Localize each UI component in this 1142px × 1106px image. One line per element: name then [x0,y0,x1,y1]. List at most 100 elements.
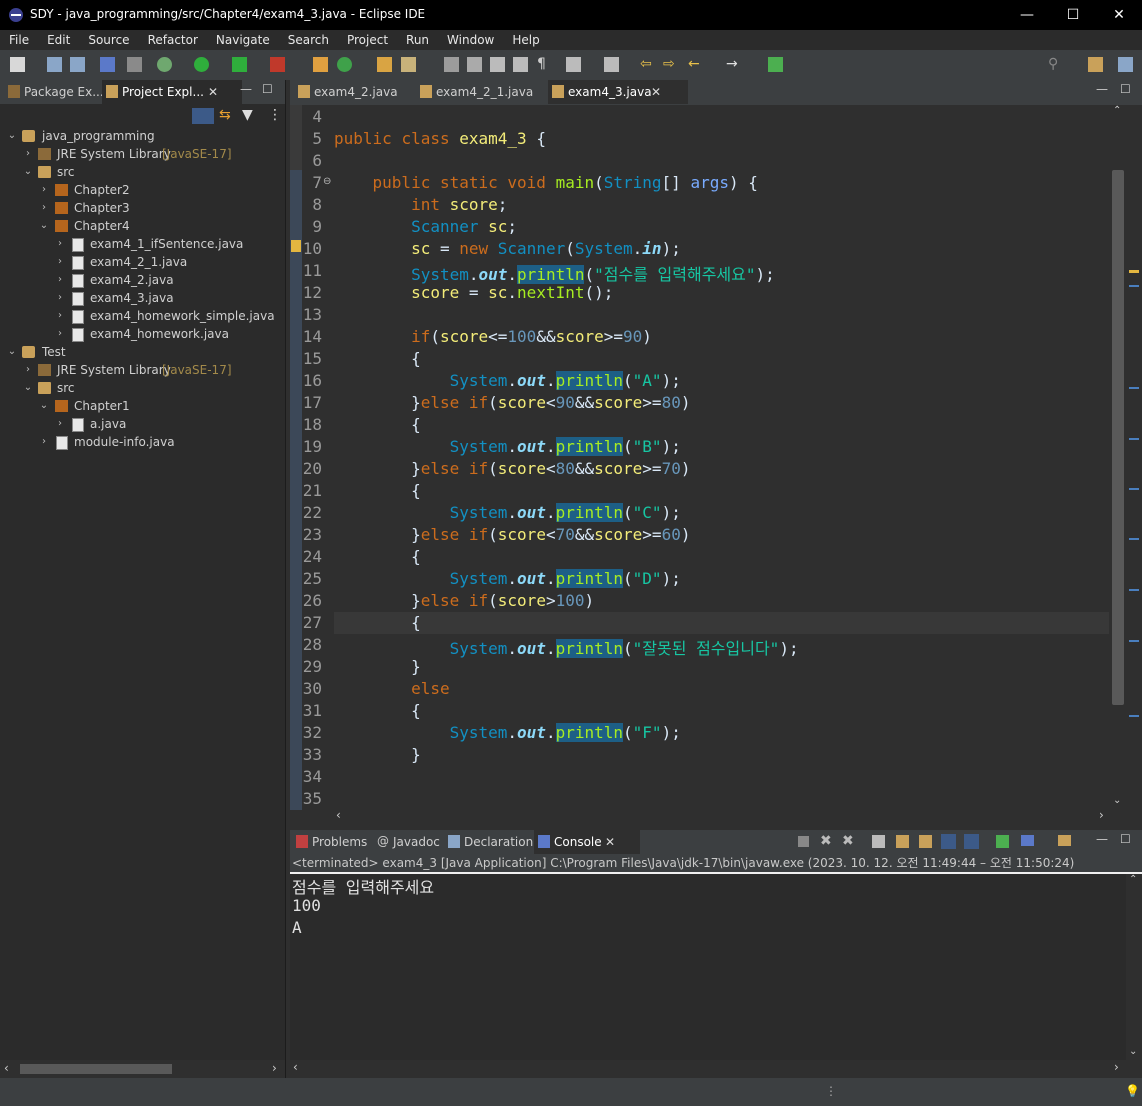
chevron-right-icon[interactable]: › [39,199,49,217]
minimize-view-icon[interactable]: — [1096,832,1108,846]
chevron-right-icon[interactable]: › [23,361,33,379]
show-whitespace-icon[interactable] [513,57,528,72]
tree-item[interactable]: › exam4_homework.java [0,325,285,343]
search-icon[interactable]: ⚲ [1048,57,1063,72]
scroll-down-icon[interactable]: ⌄ [1129,1046,1137,1057]
menu-source[interactable]: Source [79,30,138,50]
pilcrow-icon[interactable]: ¶ [537,57,552,72]
word-wrap-icon[interactable] [490,57,505,72]
filter-icon[interactable]: ▼ [242,107,253,123]
menu-help[interactable]: Help [503,30,548,50]
menu-window[interactable]: Window [438,30,503,50]
menu-navigate[interactable]: Navigate [207,30,279,50]
close-icon[interactable]: ✕ [208,80,218,104]
tree-item[interactable]: › exam4_1_ifSentence.java [0,235,285,253]
coverage-icon[interactable] [232,57,247,72]
menu-file[interactable]: File [0,30,38,50]
save-icon[interactable] [47,57,62,72]
code-line[interactable]: { [334,481,421,500]
code-line[interactable]: System.out.println("점수를 입력해주세요"); [334,261,775,285]
minimize-view-icon[interactable]: — [1096,82,1108,96]
skip-breakpoints-icon[interactable] [127,57,142,72]
code-line[interactable]: { [334,547,421,566]
next-annotation-icon[interactable] [566,57,581,72]
menu-refactor[interactable]: Refactor [139,30,207,50]
tree-item[interactable]: › exam4_homework_simple.java [0,307,285,325]
occurrence-mark[interactable] [1129,438,1139,440]
terminate-icon[interactable] [798,836,809,847]
scroll-left-icon[interactable]: ‹ [336,808,341,822]
new-icon[interactable] [10,57,25,72]
run-icon[interactable] [194,57,209,72]
warning-mark[interactable] [1129,270,1139,273]
scroll-left-icon[interactable]: ‹ [4,1061,9,1075]
chevron-right-icon[interactable]: › [55,253,65,271]
chevron-down-icon[interactable]: ⌄ [23,163,33,181]
code-line[interactable]: }else if(score<90&&score>=80) [334,393,690,412]
occurrence-mark[interactable] [1129,538,1139,540]
code-line[interactable]: }else if(score<80&&score>=70) [334,459,690,478]
open-console-icon[interactable] [1058,835,1071,846]
code-line[interactable]: { [334,613,421,632]
tree-item[interactable]: › exam4_2_1.java [0,253,285,271]
code-line[interactable]: } [334,745,421,764]
code-line[interactable]: if(score<=100&&score>=90) [334,327,652,346]
occurrence-mark[interactable] [1129,285,1139,287]
word-wrap-icon[interactable] [919,835,932,848]
scroll-lock-icon[interactable] [896,835,909,848]
occurrence-mark[interactable] [1129,488,1139,490]
tab-exam4-3[interactable]: exam4_3.java ✕ [548,80,688,104]
code-line[interactable]: }else if(score<70&&score>=60) [334,525,690,544]
clear-console-icon[interactable] [872,835,885,848]
tab-package-explorer[interactable]: Package Ex... [4,80,116,104]
tree-item[interactable]: › exam4_3.java [0,289,285,307]
scroll-up-icon[interactable]: ⌃ [1113,105,1121,116]
chevron-right-icon[interactable]: › [55,289,65,307]
link-editor-icon[interactable]: ⇆ [219,107,231,123]
pin-console-icon[interactable] [996,835,1009,848]
tree-item[interactable]: › module-info.java [0,433,285,451]
java-perspective-icon[interactable] [1118,57,1133,72]
code-line[interactable]: System.out.println("B"); [334,437,681,456]
save-all-icon[interactable] [70,57,85,72]
occurrence-mark[interactable] [1129,387,1139,389]
display-console-icon[interactable] [1021,835,1034,846]
chevron-right-icon[interactable]: › [55,415,65,433]
minimize-button[interactable]: — [1004,0,1050,30]
chevron-down-icon[interactable]: ⌄ [7,343,17,361]
debug-icon[interactable] [157,57,172,72]
remove-launch-icon[interactable]: ✖ [820,833,832,849]
code-line[interactable]: public static void main(String[] args) { [334,173,758,192]
code-line[interactable]: Scanner sc; [334,217,517,236]
code-line[interactable]: { [334,349,421,368]
collapse-all-icon[interactable] [192,108,214,124]
occurrence-mark[interactable] [1129,715,1139,717]
show-on-error-icon[interactable] [964,834,979,849]
tree-item[interactable]: › JRE System Library [JavaSE-17] [0,361,285,379]
tab-declaration[interactable]: Declaration [444,830,548,854]
maximize-view-icon[interactable]: ☐ [1120,82,1131,96]
tab-exam4-2[interactable]: exam4_2.java [294,80,424,104]
toggle-mark-occurrences-icon[interactable] [444,57,459,72]
tree-item[interactable]: › a.java [0,415,285,433]
tree-item[interactable]: › exam4_2.java [0,271,285,289]
chevron-right-icon[interactable]: › [55,235,65,253]
tree-item[interactable]: › JRE System Library [JavaSE-17] [0,145,285,163]
pin-editor-icon[interactable] [768,57,783,72]
tree-item[interactable]: ⌄ src [0,163,285,181]
menu-search[interactable]: Search [279,30,338,50]
maximize-view-icon[interactable]: ☐ [1120,832,1131,846]
occurrence-mark[interactable] [1129,640,1139,642]
editor-horizontal-scrollbar[interactable]: ‹ › [334,808,1110,825]
forward-history-icon[interactable]: ⇨ [663,57,678,72]
scrollbar-thumb[interactable] [1112,170,1124,705]
chevron-down-icon[interactable]: ⌄ [23,379,33,397]
maximize-view-icon[interactable]: ☐ [262,82,273,96]
chevron-down-icon[interactable]: ⌄ [39,397,49,415]
console-vertical-scrollbar[interactable]: ⌃ ⌄ [1126,874,1142,1060]
fold-icon[interactable]: ⊖ [323,176,331,187]
code-line[interactable]: System.out.println("F"); [334,723,681,742]
code-line[interactable]: } [334,657,421,676]
chevron-right-icon[interactable]: › [55,271,65,289]
chevron-right-icon[interactable]: › [39,181,49,199]
